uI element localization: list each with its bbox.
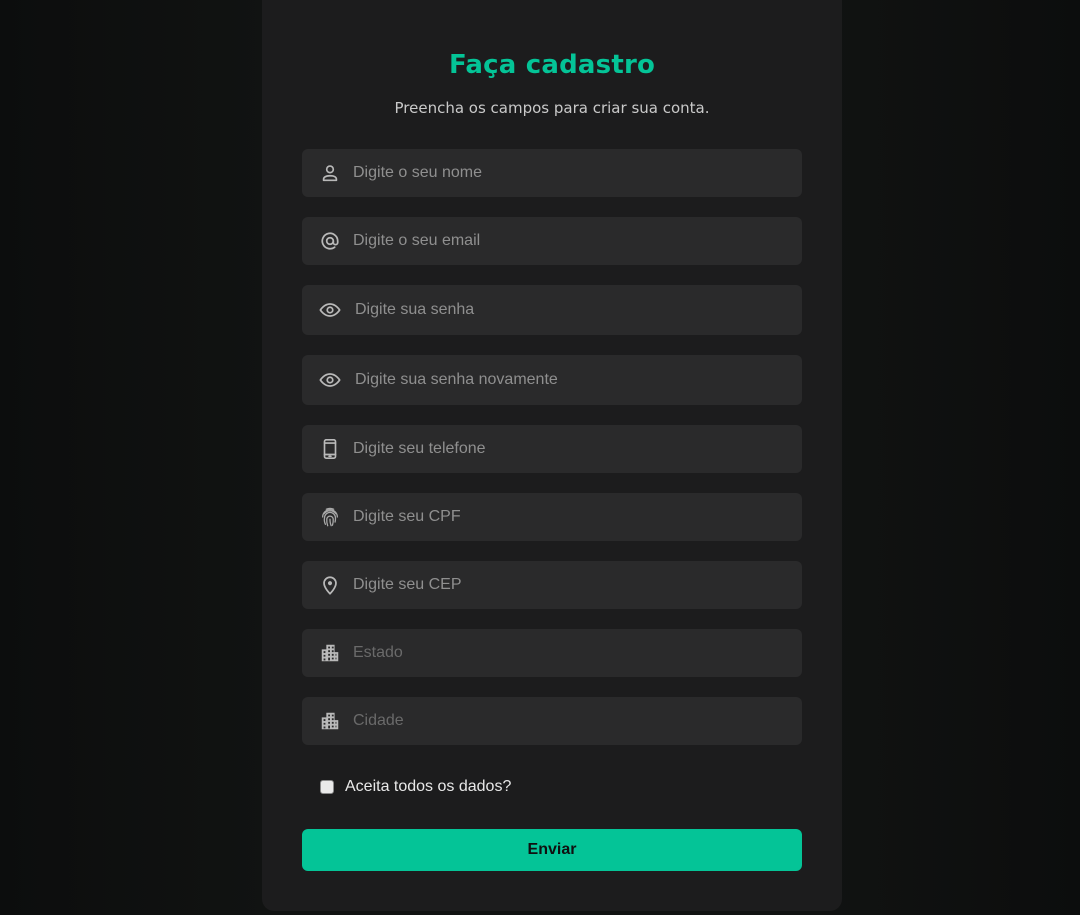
accept-terms-label: Aceita todos os dados? [345,778,512,795]
buildings-icon [319,642,341,664]
name-input[interactable] [353,149,783,197]
phone-input[interactable] [353,425,783,473]
phone-field-wrapper [302,425,802,473]
eye-icon[interactable] [318,369,342,391]
state-field-wrapper [302,629,802,677]
buildings-icon [319,710,341,732]
page-background: Faça cadastro Preencha os campos para cr… [0,0,1080,915]
cep-input[interactable] [353,561,783,609]
cpf-field-wrapper [302,493,802,541]
cep-field-wrapper [302,561,802,609]
accept-terms-row[interactable]: Aceita todos os dados? [320,778,511,796]
password-input[interactable] [355,285,785,335]
at-sign-icon [319,230,341,252]
email-field-wrapper [302,217,802,265]
user-icon [319,162,341,184]
password-field-wrapper [302,285,802,335]
confirm-password-field-wrapper [302,355,802,405]
page-subtitle: Preencha os campos para criar sua conta. [394,99,710,117]
email-input[interactable] [353,217,783,265]
name-field-wrapper [302,149,802,197]
signup-card: Faça cadastro Preencha os campos para cr… [262,0,842,911]
smartphone-icon [319,438,341,460]
eye-icon[interactable] [318,299,342,321]
accept-terms-checkbox[interactable] [320,780,334,794]
cpf-input[interactable] [353,493,783,541]
fingerprint-icon [319,506,341,528]
city-input[interactable] [353,697,783,745]
state-input[interactable] [353,629,783,677]
page-title: Faça cadastro [448,50,656,80]
confirm-password-input[interactable] [355,355,785,405]
city-field-wrapper [302,697,802,745]
map-pin-icon [319,574,341,596]
submit-button[interactable]: Enviar [302,829,802,871]
